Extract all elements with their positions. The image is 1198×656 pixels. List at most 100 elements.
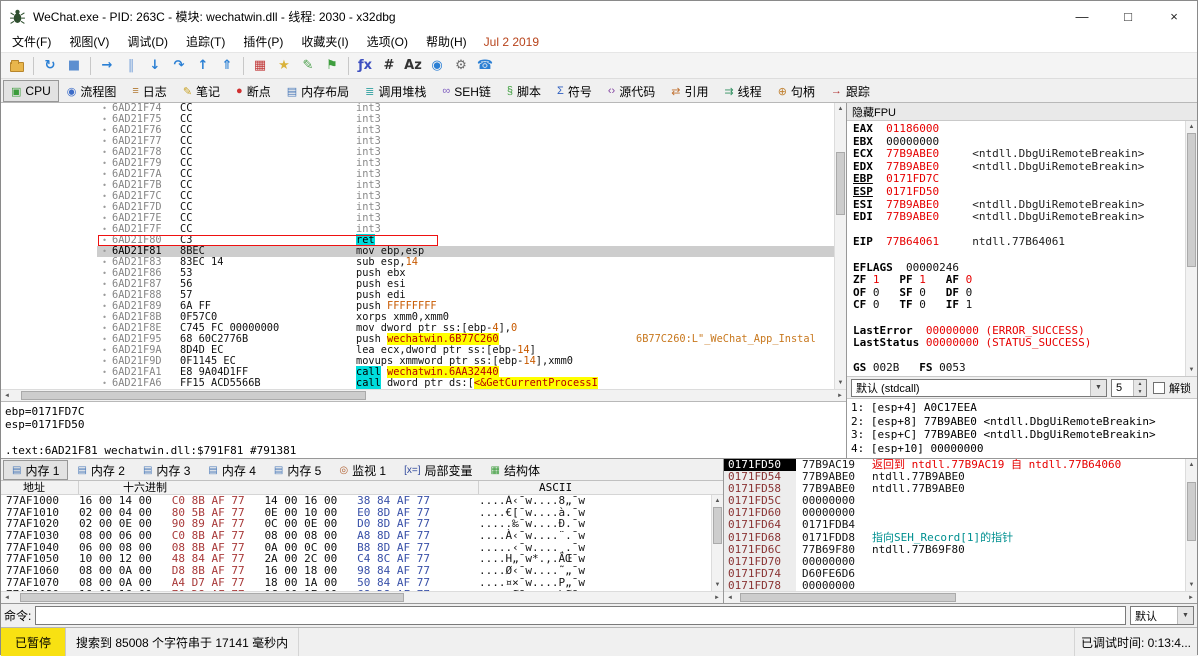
tab-graph[interactable]: ◉流程图	[59, 80, 125, 102]
scylla-button[interactable]: ◉	[425, 55, 449, 77]
hide-fpu-button[interactable]: 隐藏FPU	[847, 103, 1197, 121]
open-file-button[interactable]	[5, 55, 29, 77]
stack-row[interactable]: 0171FD680171FDD8指向SEH_Record[1]的指针	[724, 532, 1185, 544]
run-to-user-code-button[interactable]: ⇑	[215, 55, 239, 77]
pause-button[interactable]: ‖	[119, 55, 143, 77]
tab-dump-5[interactable]: ▤内存 5	[265, 460, 330, 480]
tab-dump-2[interactable]: ▤内存 2	[68, 460, 133, 480]
spinner-arrows[interactable]: ▲▼	[1133, 380, 1146, 396]
register-line[interactable]: EDI 77B9ABE0 <ntdll.DbgUiRemoteBreakin>	[847, 211, 1185, 224]
scroll-right-icon[interactable]: ►	[834, 390, 846, 401]
stack-row[interactable]: 0171FD7800000000	[724, 580, 1185, 591]
stack-row[interactable]: 0171FD6C77B69F80ntdll.77B69F80	[724, 544, 1185, 556]
scroll-thumb[interactable]	[21, 391, 366, 400]
spinner-down-icon[interactable]: ▼	[1134, 388, 1146, 396]
run-button[interactable]: →	[95, 55, 119, 77]
tab-locals[interactable]: [x=]局部变量	[395, 460, 481, 480]
scroll-right-icon[interactable]: ►	[1185, 592, 1197, 603]
tab-watch-1[interactable]: ◎监视 1	[330, 460, 395, 480]
disassembly-vertical-scrollbar[interactable]: ▲ ▼	[834, 103, 846, 389]
favourites-button[interactable]: ★	[272, 55, 296, 77]
menu-debug[interactable]: 调试(D)	[118, 31, 177, 52]
scroll-track[interactable]	[1186, 471, 1197, 579]
dump-vertical-scrollbar[interactable]: ▲ ▼	[711, 495, 723, 591]
stack-row[interactable]: 0171FD74D60FE6D6	[724, 568, 1185, 580]
tab-notes[interactable]: ✎笔记	[175, 80, 228, 102]
stack-vertical-scrollbar[interactable]: ▲ ▼	[1185, 459, 1197, 591]
scroll-track[interactable]	[712, 507, 723, 579]
command-input[interactable]	[35, 606, 1126, 625]
minimize-button[interactable]: —	[1059, 1, 1105, 31]
scroll-up-icon[interactable]: ▲	[835, 103, 846, 115]
stop-button[interactable]: ■	[62, 55, 86, 77]
execute-till-return-button[interactable]: ↑	[191, 55, 215, 77]
disasm-row[interactable]: •6AD21FA6FF15 ACD5566Bcall dword ptr ds:…	[1, 378, 834, 389]
registers-vertical-scrollbar[interactable]: ▲ ▼	[1185, 121, 1197, 376]
scroll-up-icon[interactable]: ▲	[1186, 459, 1197, 471]
spinner-up-icon[interactable]: ▲	[1134, 380, 1146, 388]
disassembly-horizontal-scrollbar[interactable]: ◄ ►	[1, 389, 846, 401]
fx-button[interactable]: ƒx	[353, 55, 377, 77]
argument-line[interactable]: 2: [esp+8] 77B9ABE0 <ntdll.DbgUiRemoteBr…	[851, 415, 1197, 429]
tab-call-stack[interactable]: ≣调用堆栈	[357, 80, 434, 102]
register-line[interactable]: CF 0 TF 0 IF 1	[847, 299, 1185, 312]
control-flow-button[interactable]: ⚑	[320, 55, 344, 77]
menu-trace[interactable]: 追踪(T)	[177, 31, 234, 52]
tab-dump-1[interactable]: ▤内存 1	[3, 460, 68, 480]
stack-row[interactable]: 0171FD5C00000000	[724, 495, 1185, 507]
tab-dump-4[interactable]: ▤内存 4	[199, 460, 264, 480]
tab-source[interactable]: ‹›源代码	[600, 80, 663, 102]
tab-struct[interactable]: ▦结构体	[482, 460, 549, 480]
scroll-track[interactable]	[736, 592, 1185, 603]
handset-button[interactable]: ☎	[473, 55, 497, 77]
stack-row[interactable]: 0171FD5877B9ABE0ntdll.77B9ABE0	[724, 483, 1185, 495]
register-line[interactable]: GS 002B FS 0053	[847, 362, 1185, 375]
scroll-thumb[interactable]	[1187, 133, 1196, 267]
menu-help[interactable]: 帮助(H)	[417, 31, 476, 52]
patches-button[interactable]: ▦	[248, 55, 272, 77]
tab-dump-3[interactable]: ▤内存 3	[134, 460, 199, 480]
scroll-left-icon[interactable]: ◄	[724, 592, 736, 603]
tab-cpu[interactable]: ▣CPU	[3, 80, 59, 102]
restart-button[interactable]: ↻	[38, 55, 62, 77]
scroll-down-icon[interactable]: ▼	[835, 377, 846, 389]
scroll-thumb[interactable]	[20, 593, 404, 602]
calling-convention-select[interactable]: 默认 (stdcall) ▼	[851, 379, 1107, 397]
tab-script[interactable]: §脚本	[499, 80, 549, 102]
tab-symbols[interactable]: Σ符号	[549, 80, 600, 102]
stack-row[interactable]: 0171FD7000000000	[724, 556, 1185, 568]
hash-button[interactable]: #	[377, 55, 401, 77]
close-button[interactable]: ×	[1151, 1, 1197, 31]
az-button[interactable]: Az	[401, 55, 425, 77]
scroll-track[interactable]	[1186, 133, 1197, 364]
tab-references[interactable]: ⇄引用	[663, 80, 716, 102]
stack-row[interactable]: 0171FD640171FDB4	[724, 519, 1185, 531]
step-into-button[interactable]: ↓	[143, 55, 167, 77]
step-over-button[interactable]: ↷	[167, 55, 191, 77]
command-profile-select[interactable]: 默认 ▼	[1130, 606, 1194, 625]
scroll-track[interactable]	[13, 592, 711, 603]
scroll-thumb[interactable]	[836, 152, 845, 215]
scroll-thumb[interactable]	[713, 507, 722, 544]
scroll-down-icon[interactable]: ▼	[712, 579, 723, 591]
scroll-down-icon[interactable]: ▼	[1186, 579, 1197, 591]
tab-handles[interactable]: ⊕句柄	[770, 80, 823, 102]
scroll-down-icon[interactable]: ▼	[1186, 364, 1197, 376]
menu-plugins[interactable]: 插件(P)	[234, 31, 292, 52]
register-line[interactable]: EIP 77B64061 ntdll.77B64061	[847, 236, 1185, 249]
tab-memory-map[interactable]: ▤内存布局	[279, 80, 357, 102]
scroll-thumb[interactable]	[740, 593, 956, 602]
menu-favourites[interactable]: 收藏夹(I)	[292, 31, 357, 52]
argument-line[interactable]: 4: [esp+10] 00000000	[851, 442, 1197, 456]
tab-trace[interactable]: →跟踪	[823, 80, 878, 102]
tab-breakpoints[interactable]: ●断点	[228, 80, 279, 102]
unlock-checkbox[interactable]: 解锁	[1151, 380, 1193, 396]
scroll-left-icon[interactable]: ◄	[1, 592, 13, 603]
argument-line[interactable]: 1: [esp+4] A0C17EEA	[851, 401, 1197, 415]
argument-line[interactable]: 3: [esp+C] 77B9ABE0 <ntdll.DbgUiRemoteBr…	[851, 428, 1197, 442]
settings-button[interactable]: ⚙	[449, 55, 473, 77]
menu-file[interactable]: 文件(F)	[3, 31, 60, 52]
dump-horizontal-scrollbar[interactable]: ◄ ►	[1, 591, 723, 603]
scroll-right-icon[interactable]: ►	[711, 592, 723, 603]
tab-seh[interactable]: ∞SEH链	[434, 80, 499, 102]
